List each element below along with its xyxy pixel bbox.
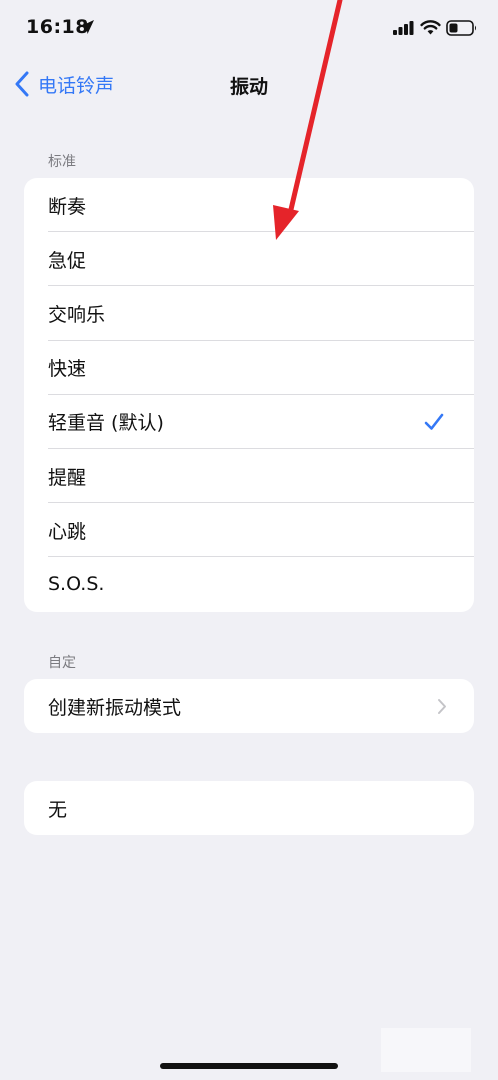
chevron-right-icon <box>438 699 446 714</box>
home-indicator <box>160 1063 338 1069</box>
list-item-vibration-selected[interactable]: 轻重音 (默认) <box>24 395 474 449</box>
list-item-label: 提醒 <box>48 466 87 489</box>
cellular-signal-icon <box>393 21 414 35</box>
list-item-label: S.O.S. <box>48 573 105 596</box>
page-title: 振动 <box>229 76 268 98</box>
location-arrow-icon <box>80 20 94 34</box>
section-header-standard: 标准 <box>48 154 76 170</box>
list-item-vibration[interactable]: 心跳 <box>24 503 474 558</box>
status-bar: 16:18 <box>0 0 498 60</box>
list-item-vibration[interactable]: 交响乐 <box>24 286 474 341</box>
list-item-label: 快速 <box>48 358 87 381</box>
create-vibration-label: 创建新振动模式 <box>48 696 182 719</box>
list-item-vibration[interactable]: 提醒 <box>24 449 474 504</box>
list-item-vibration[interactable]: 断奏 <box>24 178 474 233</box>
list-item-vibration[interactable]: 急促 <box>24 232 474 287</box>
create-vibration-button[interactable]: 创建新振动模式 <box>24 679 474 733</box>
list-item-vibration[interactable]: S.O.S. <box>24 557 474 611</box>
list-item-label: 轻重音 (默认) <box>48 412 164 435</box>
none-option-group: 无 <box>24 781 474 836</box>
standard-vibrations-list: 断奏 急促 交响乐 快速 轻重音 (默认) 提醒 心跳 S.O.S. <box>24 178 474 612</box>
custom-vibrations-list: 创建新振动模式 <box>24 679 474 734</box>
list-item-label: 心跳 <box>48 520 87 543</box>
list-item-label: 交响乐 <box>48 303 106 326</box>
vibration-settings-screen: 16:18 电话铃声 振动 标准 断奏 急促 交响乐 快速 轻重音 (默认) 提… <box>0 0 498 1080</box>
section-header-custom: 自定 <box>48 655 76 671</box>
none-option-label: 无 <box>48 798 68 821</box>
list-item-vibration[interactable]: 快速 <box>24 341 474 395</box>
corner-watermark-patch <box>381 1028 471 1072</box>
none-option[interactable]: 无 <box>24 781 474 835</box>
list-item-label: 急促 <box>48 249 87 272</box>
checkmark-icon <box>424 413 444 430</box>
wifi-icon <box>420 20 441 35</box>
battery-icon <box>446 20 476 36</box>
list-item-label: 断奏 <box>48 195 87 218</box>
